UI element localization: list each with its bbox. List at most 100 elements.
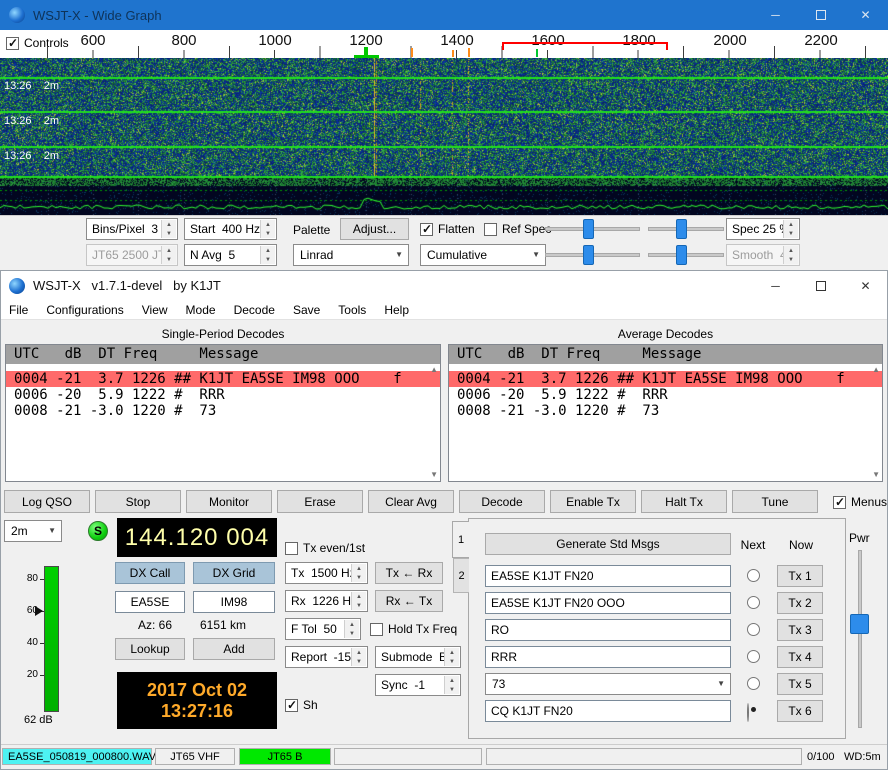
decode-row[interactable]: 0008 -21 -3.0 1220 # 73 — [6, 403, 440, 419]
tx-6-button[interactable]: Tx 6 — [777, 700, 823, 722]
dx-grid-field[interactable]: IM98 — [193, 591, 275, 613]
sync-spinbox[interactable]: Sync -1 ▲▼ — [375, 674, 461, 696]
adjust-button[interactable]: Adjust... — [340, 218, 409, 240]
tx-message-5-radio[interactable] — [747, 677, 760, 690]
decode-row[interactable]: 0008 -21 -3.0 1220 # 73 — [449, 403, 882, 419]
spinner-arrows-icon[interactable]: ▲▼ — [444, 648, 459, 666]
add-button[interactable]: Add — [193, 638, 275, 660]
tx-message-1-field[interactable]: EA5SE K1JT FN20 — [485, 565, 731, 587]
dx-grid-button[interactable]: DX Grid — [193, 562, 275, 584]
ftol-spinbox[interactable]: F Tol 50 ▲▼ — [285, 618, 361, 640]
flatten-checkbox[interactable]: Flatten — [420, 222, 475, 236]
tx-3-button[interactable]: Tx 3 — [777, 619, 823, 641]
menu-configurations[interactable]: Configurations — [37, 301, 132, 319]
lookup-button[interactable]: Lookup — [115, 638, 185, 660]
slider-handle[interactable] — [676, 245, 687, 265]
report-spinbox[interactable]: Report -15 ▲▼ — [285, 646, 368, 668]
tab-2[interactable]: 2 — [453, 558, 469, 593]
scroll-up-icon[interactable]: ▲ — [872, 366, 880, 374]
minimize-icon[interactable]: ─ — [753, 0, 798, 30]
spinner-arrows-icon[interactable]: ▲▼ — [351, 648, 366, 666]
spinner-arrows-icon[interactable]: ▲▼ — [351, 592, 366, 610]
rx-freq-spinbox[interactable]: Rx 1226 Hz ▲▼ — [285, 590, 368, 612]
tx-message-6-radio[interactable] — [747, 703, 749, 722]
submode-spinbox[interactable]: Submode B ▲▼ — [375, 646, 461, 668]
waterfall-zero-slider[interactable] — [648, 219, 724, 239]
tx-1-button[interactable]: Tx 1 — [777, 565, 823, 587]
tx-message-6-field[interactable]: CQ K1JT FN20 — [485, 700, 731, 722]
spinner-arrows-icon[interactable]: ▲▼ — [260, 246, 275, 264]
single-decodes-pane[interactable]: UTC dB DT Freq Message 0004 -21 3.7 1226… — [5, 344, 441, 482]
scroll-down-icon[interactable]: ▼ — [872, 471, 880, 479]
tx-from-rx-button[interactable]: Tx ← Rx — [375, 562, 443, 584]
slider-handle[interactable] — [583, 245, 594, 265]
pwr-slider-handle[interactable] — [850, 614, 869, 634]
tx-message-2-radio[interactable] — [747, 596, 760, 609]
tx-freq-spinbox[interactable]: Tx 1500 Hz ▲▼ — [285, 562, 368, 584]
tx-message-2-field[interactable]: EA5SE K1JT FN20 OOO — [485, 592, 731, 614]
spinner-arrows-icon[interactable]: ▲▼ — [161, 220, 176, 238]
slider-handle[interactable] — [583, 219, 594, 239]
frequency-scale[interactable]: Controls 600 800 1000 1200 1400 1600 180… — [0, 30, 888, 58]
spinner-arrows-icon[interactable]: ▲▼ — [260, 220, 275, 238]
halt-tx-button[interactable]: Halt Tx — [641, 490, 727, 513]
band-combobox[interactable]: 2m ▼ — [4, 520, 62, 542]
dx-call-field[interactable]: EA5SE — [115, 591, 185, 613]
waterfall-display[interactable] — [0, 58, 888, 215]
n-avg-spinbox[interactable]: N Avg 5 ▲▼ — [184, 244, 277, 266]
menu-view[interactable]: View — [133, 301, 177, 319]
spinner-arrows-icon[interactable]: ▲▼ — [351, 564, 366, 582]
generate-std-msgs-button[interactable]: Generate Std Msgs — [485, 533, 731, 555]
monitor-button[interactable]: Monitor — [186, 490, 272, 513]
dx-call-button[interactable]: DX Call — [115, 562, 185, 584]
menu-save[interactable]: Save — [284, 301, 329, 319]
menu-tools[interactable]: Tools — [329, 301, 375, 319]
spectrum-zero-slider[interactable] — [648, 245, 724, 265]
enable-tx-button[interactable]: Enable Tx — [550, 490, 636, 513]
menu-decode[interactable]: Decode — [225, 301, 284, 319]
maximize-icon[interactable] — [798, 271, 843, 301]
palette-combobox[interactable]: Linrad ▼ — [293, 244, 409, 266]
main-window-titlebar[interactable]: WSJT-X v1.7.1-devel by K1JT ─ ✕ — [0, 270, 888, 300]
tab-1[interactable]: 1 — [452, 521, 469, 558]
decode-button[interactable]: Decode — [459, 490, 545, 513]
tx-4-button[interactable]: Tx 4 — [777, 646, 823, 668]
tx-message-4-radio[interactable] — [747, 650, 760, 663]
tx-2-button[interactable]: Tx 2 — [777, 592, 823, 614]
scroll-down-icon[interactable]: ▼ — [430, 471, 438, 479]
tx-5-button[interactable]: Tx 5 — [777, 673, 823, 695]
decode-row[interactable]: 0004 -21 3.7 1226 ## K1JT EA5SE IM98 OOO… — [449, 371, 882, 387]
bins-pixel-spinbox[interactable]: Bins/Pixel 3 ▲▼ — [86, 218, 178, 240]
ref-spec-checkbox[interactable]: Ref Spec — [484, 222, 551, 236]
sh-checkbox[interactable]: Sh — [285, 698, 318, 712]
spinner-arrows-icon[interactable]: ▲▼ — [344, 620, 359, 638]
erase-button[interactable]: Erase — [277, 490, 363, 513]
tx-even-checkbox[interactable]: Tx even/1st — [285, 541, 365, 555]
spectrum-mode-combobox[interactable]: Cumulative ▼ — [420, 244, 546, 266]
waterfall-gain-slider[interactable] — [545, 219, 640, 239]
menu-file[interactable]: File — [0, 301, 37, 319]
menu-mode[interactable]: Mode — [177, 301, 225, 319]
tx-message-5-combobox[interactable]: 73 ▼ — [485, 673, 731, 695]
decode-row[interactable]: 0006 -20 5.9 1222 # RRR — [449, 387, 882, 403]
rx-from-tx-button[interactable]: Rx ← Tx — [375, 590, 443, 612]
decode-row[interactable]: 0006 -20 5.9 1222 # RRR — [6, 387, 440, 403]
single-decodes-list[interactable]: 0004 -21 3.7 1226 ## K1JT EA5SE IM98 OOO… — [6, 364, 440, 481]
pwr-slider[interactable] — [858, 550, 862, 728]
log-qso-button[interactable]: Log QSO — [4, 490, 90, 513]
spinner-arrows-icon[interactable]: ▲▼ — [444, 676, 459, 694]
tx-message-4-field[interactable]: RRR — [485, 646, 731, 668]
average-decodes-pane[interactable]: UTC dB DT Freq Message 0004 -21 3.7 1226… — [448, 344, 883, 482]
tx-message-3-field[interactable]: RO — [485, 619, 731, 641]
hold-tx-freq-checkbox[interactable]: Hold Tx Freq — [370, 622, 457, 636]
tx-message-3-radio[interactable] — [747, 623, 760, 636]
spec-percent-spinbox[interactable]: Spec 25 % ▲▼ — [726, 218, 800, 240]
menu-help[interactable]: Help — [375, 301, 418, 319]
tune-button[interactable]: Tune — [732, 490, 818, 513]
slider-handle[interactable] — [676, 219, 687, 239]
maximize-icon[interactable] — [798, 0, 843, 30]
stop-button[interactable]: Stop — [95, 490, 181, 513]
spinner-arrows-icon[interactable]: ▲▼ — [783, 220, 798, 238]
close-icon[interactable]: ✕ — [843, 271, 888, 301]
menus-checkbox[interactable]: Menus — [833, 495, 887, 509]
